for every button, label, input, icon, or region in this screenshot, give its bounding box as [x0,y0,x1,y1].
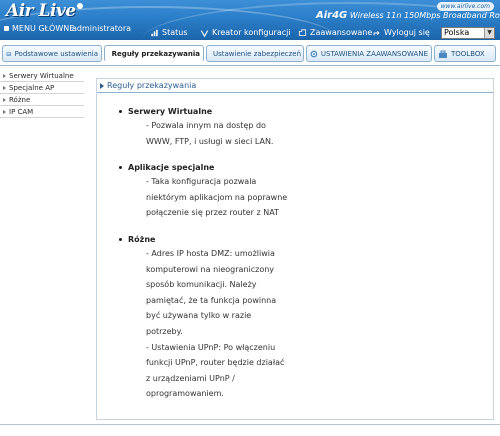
bullet-icon [119,166,122,170]
panel-title: Reguły przekazywania [107,81,197,90]
section-line: - Pozwala innym na dostęp do [146,121,266,130]
nav-advanced[interactable]: Zaawansowane [298,28,372,37]
bullet-icon [119,237,122,241]
forwarding-icon [108,53,109,54]
section-special-apps: Aplikacje specjalne - Taka konfiguracja … [119,161,493,221]
section-line: - Taka konfiguracja pozwala [146,177,257,187]
nav-logout[interactable]: Wyloguj się [372,28,430,37]
tab-basic-settings[interactable]: Podstawowe ustawienia [2,45,102,62]
bullet-icon [119,110,122,113]
arrow-right-icon [3,109,6,114]
panel-header: Reguły przekazywania [97,79,493,93]
section-line: - Adres IP hosta DMZ: umożliwia [146,248,275,258]
language-select[interactable]: Polska ▼ [441,27,495,39]
section-line: z urządzeniami UPnP / [146,373,235,383]
arrow-right-icon [3,97,6,102]
header-bar: Air Live Air4G Wireless 11n 150Mbps Broa… [0,0,500,40]
top-navigation: MENU GŁÓWNE administratora Status Kreato… [0,24,500,39]
website-link[interactable]: www.airlive.com [436,2,494,11]
model-name: Air4G [316,10,348,21]
content-panel: Reguły przekazywania Serwery Wirtualne -… [96,78,494,420]
status-icon [151,29,158,36]
tab-bar: Podstawowe ustawienia Reguły przekazywan… [0,40,500,66]
sidebar-item-ip-cam[interactable]: IP CAM [0,106,84,118]
sidebar: Serwery Wirtualne Specjalne AP Różne IP … [0,70,84,118]
main-menu-label[interactable]: MENU GŁÓWNE [4,24,74,33]
arrow-right-icon [3,73,6,78]
section-line: pamiętać, że ta funkcja powinna [146,295,277,305]
sidebar-item-misc[interactable]: Różne [0,94,84,106]
logout-icon [373,30,380,35]
section-line: sposób komunikacji. Należy [146,280,257,290]
model-banner: Air4G Wireless 11n 150Mbps Broadband Rou… [316,10,500,21]
nav-wizard[interactable]: Kreator konfiguracji [200,28,291,37]
section-title: Różne [128,234,156,244]
section-line: komputerowi na nieograniczony [146,264,275,274]
section-line: niektórym aplikacjom na poprawne [146,192,288,202]
arrow-right-icon [3,85,6,90]
tab-forwarding-rules[interactable]: Reguły przekazywania [104,45,204,62]
wizard-icon [200,29,209,37]
arrow-right-icon [100,82,104,89]
section-line: potrzeby. [146,326,183,336]
nav-status[interactable]: Status [150,28,188,37]
section-title: Aplikacje specjalne [128,163,215,173]
section-line: oprogramowaniem. [146,389,224,399]
tab-security-settings[interactable]: Ustawienie zabezpieczeń [206,45,304,62]
admin-menu-label: administratora [72,24,132,33]
airlive-logo: Air Live [6,1,83,21]
section-line: połączenie się przez router z NAT [146,208,279,218]
sidebar-item-virtual-servers[interactable]: Serwery Wirtualne [0,70,84,82]
setup-icon [6,51,12,56]
menu-bullet-icon [4,26,9,31]
section-line: funkcji UPnP, router będzie działać [146,358,285,368]
footer-divider [0,424,500,436]
advanced-settings-icon [310,50,318,57]
sidebar-item-special-ap[interactable]: Specjalne AP [0,82,84,94]
tab-advanced-settings[interactable]: USTAWIENIA ZAAWANSOWANE [306,45,432,62]
advanced-icon [298,28,307,36]
section-misc: Różne - Adres IP hosta DMZ: umożliwia ko… [119,233,493,402]
section-line: WWW, FTP, i usługi w sieci LAN. [146,136,274,146]
section-line: być używana tylko w razie [146,311,252,321]
panel-content: Serwery Wirtualne - Pozwala innym na dos… [97,93,493,402]
tab-toolbox[interactable]: TOOLBOX [434,45,496,62]
section-title: Serwery Wirtualne [128,107,213,116]
dropdown-arrow-icon: ▼ [484,28,494,38]
section-line: - Ustawienia UPnP: Po włączeniu [146,342,276,352]
toolbox-icon [439,50,447,58]
section-virtual-servers: Serwery Wirtualne - Pozwala innym na dos… [119,105,493,149]
model-description: Wireless 11n 150Mbps Broadband Router [349,11,500,20]
